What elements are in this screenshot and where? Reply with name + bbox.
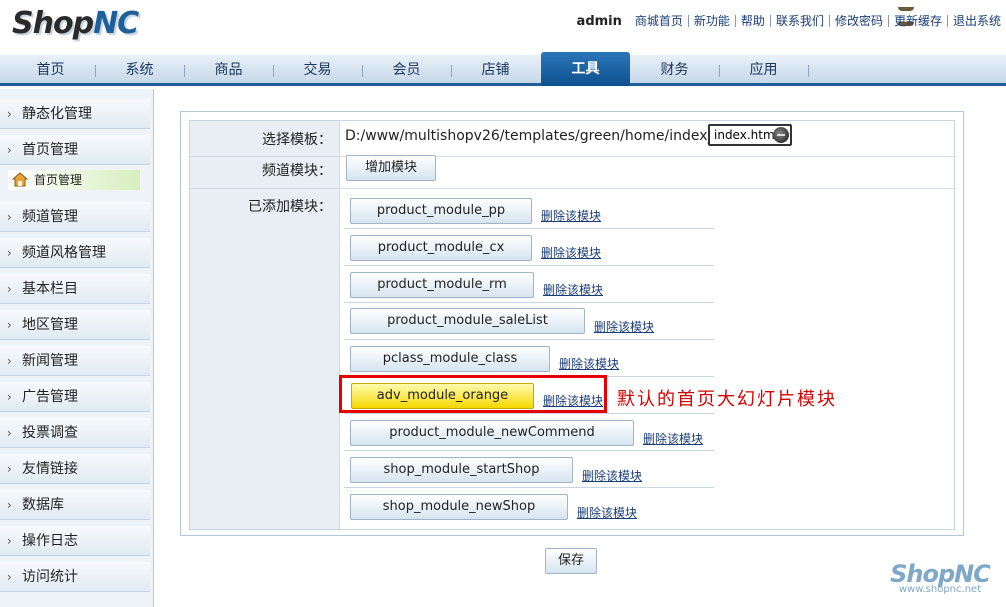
sidebar-item-news[interactable]: › 新闻管理 — [0, 346, 150, 376]
main-nav: 首页 系统 商品 交易 会员 店铺 工具 财务 应用 — [0, 52, 1006, 86]
chevron-right-icon: › — [7, 498, 12, 512]
label-column — [190, 121, 340, 529]
delete-module-link[interactable]: 删除该模块 — [543, 281, 603, 298]
sidebar-item-label: 数据库 — [22, 497, 64, 513]
tab-finance[interactable]: 财务 — [630, 55, 719, 86]
sidebar-item-database[interactable]: › 数据库 — [0, 490, 150, 520]
module-button[interactable]: product_module_saleList — [350, 308, 585, 334]
link-new-features[interactable]: 新功能 — [687, 15, 735, 27]
sidebar-subitem-label: 首页管理 — [34, 173, 83, 187]
module-button[interactable]: product_module_newCommend — [350, 420, 634, 446]
chevron-right-icon: › — [7, 282, 12, 296]
sidebar-item-home-manage[interactable]: › 首页管理 — [0, 135, 150, 165]
chevron-right-icon: › — [7, 107, 12, 121]
module-button[interactable]: product_module_pp — [350, 198, 532, 224]
sidebar-item-label: 友情链接 — [22, 461, 78, 477]
chevron-right-icon: › — [7, 318, 12, 332]
annotation-highlight-box — [339, 375, 607, 413]
tab-tools[interactable]: 工具 — [541, 52, 630, 86]
sidebar-item-ads[interactable]: › 广告管理 — [0, 382, 150, 412]
sidebar-item-vote[interactable]: › 投票调查 — [0, 418, 150, 448]
shopnc-logo[interactable]: ShopNC — [12, 6, 139, 41]
link-change-password[interactable]: 修改密码 — [828, 15, 888, 27]
link-refresh-cache[interactable]: 更新缓存 — [887, 15, 947, 27]
chevron-right-icon: › — [7, 570, 12, 584]
tab-shops[interactable]: 店铺 — [451, 55, 540, 86]
home-icon — [12, 172, 28, 187]
annotation-text: 默认的首页大幻灯片模块 — [617, 389, 837, 410]
tab-apps[interactable]: 应用 — [719, 55, 808, 86]
add-module-button[interactable]: 增加模块 — [346, 155, 436, 181]
chevron-right-icon: › — [7, 426, 12, 440]
delete-module-link[interactable]: 删除该模块 — [541, 244, 601, 261]
template-select[interactable]: index.html — [708, 124, 792, 146]
header: ShopNC admin 商城首页 新功能 帮助 联系我们 修改密码 更新缓存 … — [0, 0, 1006, 55]
chevron-right-icon: › — [7, 462, 12, 476]
tab-system[interactable]: 系统 — [95, 55, 184, 86]
sidebar-item-label: 地区管理 — [22, 317, 78, 333]
chevron-right-icon: › — [7, 246, 12, 260]
template-select-value: index.html — [714, 128, 778, 142]
dropdown-knob-icon[interactable] — [773, 127, 789, 143]
tab-goods[interactable]: 商品 — [184, 55, 273, 86]
chevron-right-icon: › — [7, 354, 12, 368]
delete-module-link[interactable]: 删除该模块 — [594, 318, 654, 335]
sidebar-subitem-home-manage[interactable]: 首页管理 — [8, 170, 140, 190]
watermark: ShopNC www.shopnc.net — [880, 560, 1000, 606]
sidebar-item-links[interactable]: › 友情链接 — [0, 454, 150, 484]
module-button[interactable]: shop_module_newShop — [350, 494, 568, 520]
delete-module-link[interactable]: 删除该模块 — [541, 207, 601, 224]
link-logout[interactable]: 退出系统 — [946, 15, 1006, 27]
corner-icons — [898, 0, 946, 26]
sidebar-item-stats[interactable]: › 访问统计 — [0, 562, 150, 592]
sidebar: › 静态化管理 › 首页管理 首页管理 › 频道管理 › 频道风格管理 › 基本栏目 › 地… — [0, 89, 154, 607]
sidebar-item-label: 新闻管理 — [22, 353, 78, 369]
tab-trade[interactable]: 交易 — [273, 55, 362, 86]
delete-module-link[interactable]: 删除该模块 — [577, 504, 637, 521]
sidebar-item-label: 静态化管理 — [22, 106, 92, 122]
module-button[interactable]: product_module_rm — [350, 272, 534, 298]
link-help[interactable]: 帮助 — [734, 15, 770, 27]
added-modules-label: 已添加模块： — [248, 199, 332, 215]
chevron-right-icon: › — [7, 210, 12, 224]
sidebar-item-channel[interactable]: › 频道管理 — [0, 202, 150, 232]
chevron-right-icon: › — [7, 390, 12, 404]
sidebar-item-label: 频道管理 — [22, 209, 78, 225]
link-store-home[interactable]: 商城首页 — [630, 15, 688, 27]
sidebar-item-label: 访问统计 — [22, 569, 78, 585]
chevron-right-icon: › — [7, 534, 12, 548]
sidebar-item-static[interactable]: › 静态化管理 — [0, 99, 150, 129]
sidebar-item-label: 投票调查 — [22, 425, 78, 441]
select-template-label: 选择模板： — [262, 132, 332, 148]
username: admin — [576, 13, 622, 29]
link-contact[interactable]: 联系我们 — [769, 15, 829, 27]
channel-module-label: 频道模块： — [262, 163, 332, 179]
template-path: D:/www/multishopv26/templates/green/home… — [345, 128, 738, 144]
logo-text-nc: NC — [93, 6, 139, 41]
sidebar-item-label: 频道风格管理 — [22, 245, 106, 261]
sidebar-item-logs[interactable]: › 操作日志 — [0, 526, 150, 556]
sidebar-item-region[interactable]: › 地区管理 — [0, 310, 150, 340]
sidebar-item-label: 基本栏目 — [22, 281, 78, 297]
chevron-right-icon: › — [7, 143, 12, 157]
sidebar-item-label: 广告管理 — [22, 389, 78, 405]
module-button[interactable]: product_module_cx — [350, 235, 532, 261]
module-button[interactable]: pclass_module_class — [350, 346, 550, 372]
delete-module-link[interactable]: 删除该模块 — [643, 430, 703, 447]
save-button[interactable]: 保存 — [545, 548, 597, 574]
top-links: admin 商城首页 新功能 帮助 联系我们 修改密码 更新缓存 退出系统 — [577, 13, 1006, 29]
delete-module-link[interactable]: 删除该模块 — [559, 355, 619, 372]
sidebar-item-basic-columns[interactable]: › 基本栏目 — [0, 274, 150, 304]
tab-members[interactable]: 会员 — [362, 55, 451, 86]
tab-home[interactable]: 首页 — [6, 55, 95, 86]
logo-text-shop: Shop — [12, 6, 94, 41]
delete-module-link[interactable]: 删除该模块 — [582, 467, 642, 484]
sidebar-item-label: 操作日志 — [22, 533, 78, 549]
sidebar-item-label: 首页管理 — [22, 142, 78, 158]
module-button[interactable]: shop_module_startShop — [350, 457, 573, 483]
sidebar-item-channel-style[interactable]: › 频道风格管理 — [0, 238, 150, 268]
